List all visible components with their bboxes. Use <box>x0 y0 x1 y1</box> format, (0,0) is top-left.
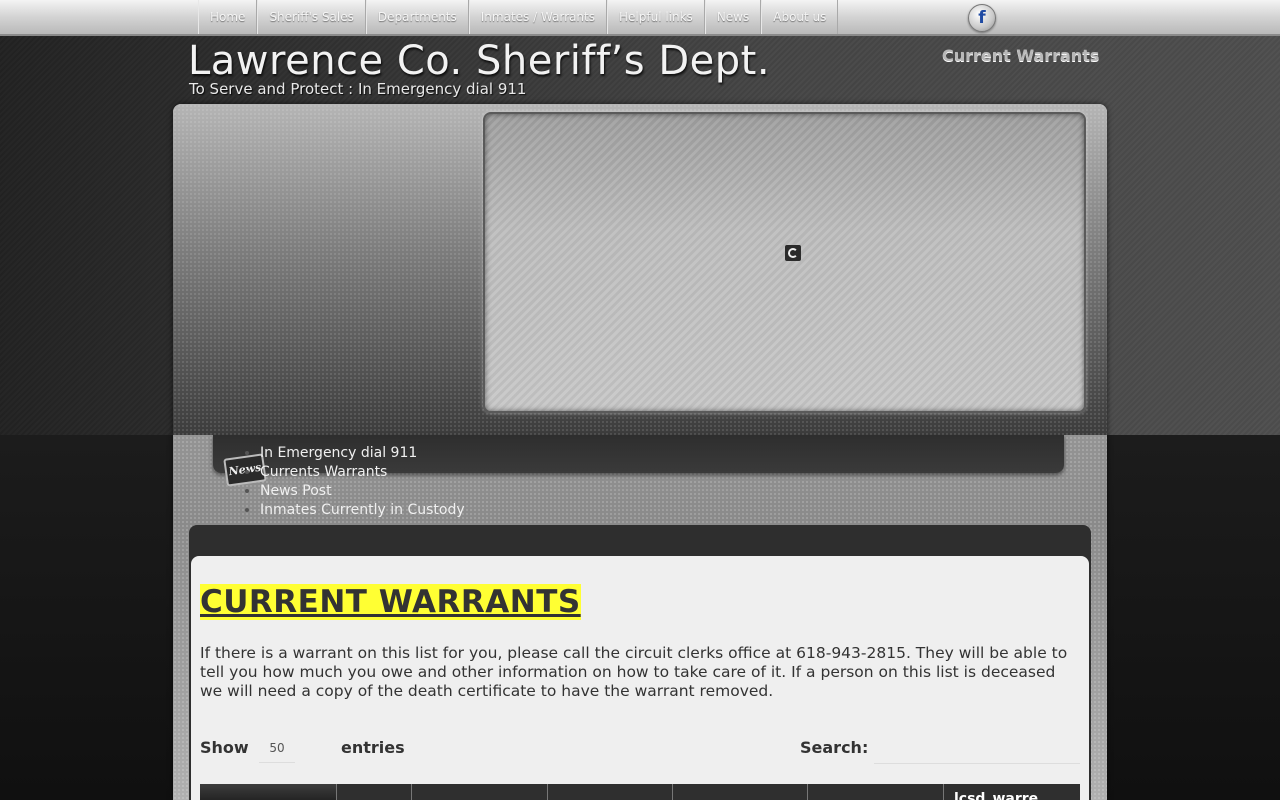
news-item-news-post[interactable]: News Post <box>260 482 465 501</box>
nav-menu: Home Sheriff's Sales Departments Inmates… <box>198 0 839 34</box>
loading-spinner-icon <box>785 245 801 261</box>
current-warrants-link[interactable]: Current Warrants <box>942 46 1099 65</box>
search-input[interactable] <box>874 730 1080 764</box>
table-header-col-7[interactable]: lcsd_warre... <box>944 784 1080 800</box>
banner-area <box>173 104 1107 435</box>
nav-item-sheriffs-sales[interactable]: Sheriff's Sales <box>257 0 366 34</box>
entries-label: entries <box>341 738 405 757</box>
image-slider[interactable] <box>483 112 1086 413</box>
table-header-col-1[interactable] <box>200 784 337 800</box>
table-header: lcsd_warre... <box>200 784 1080 800</box>
facebook-icon[interactable]: f <box>968 4 996 32</box>
table-header-col-2[interactable] <box>337 784 412 800</box>
nav-item-home[interactable]: Home <box>198 0 258 34</box>
table-header-col-4[interactable] <box>548 784 673 800</box>
table-header-col-3[interactable] <box>412 784 548 800</box>
page-title: CURRENT WARRANTS <box>200 584 581 620</box>
table-header-col-6[interactable] <box>808 784 944 800</box>
content-box: CURRENT WARRANTS If there is a warrant o… <box>191 556 1089 800</box>
nav-item-about-us[interactable]: About us <box>761 0 839 34</box>
nav-item-departments[interactable]: Departments <box>365 0 469 34</box>
news-item-warrants[interactable]: Currents Warrants <box>260 463 465 482</box>
main-panel: News In Emergency dial 911 Currents Warr… <box>173 104 1107 800</box>
top-navigation: Home Sheriff's Sales Departments Inmates… <box>0 0 1280 36</box>
news-item-emergency[interactable]: In Emergency dial 911 <box>260 444 465 463</box>
site-tagline: To Serve and Protect : In Emergency dial… <box>189 80 527 98</box>
show-label: Show <box>200 738 249 757</box>
nav-item-helpful-links[interactable]: Helpful links <box>607 0 705 34</box>
entries-select[interactable]: 50 <box>259 733 295 763</box>
nav-item-news[interactable]: News <box>704 0 762 34</box>
news-item-inmates[interactable]: Inmates Currently in Custody <box>260 501 465 520</box>
nav-item-inmates-warrants[interactable]: Inmates / Warrants <box>468 0 607 34</box>
site-title[interactable]: Lawrence Co. Sheriff’s Dept. <box>188 38 770 84</box>
search-label: Search: <box>800 738 869 757</box>
news-list: In Emergency dial 911 Currents Warrants … <box>260 444 465 520</box>
table-header-col-5[interactable] <box>673 784 808 800</box>
intro-text: If there is a warrant on this list for y… <box>200 644 1068 700</box>
table-controls: Show 50 entries Search: <box>200 730 1080 768</box>
